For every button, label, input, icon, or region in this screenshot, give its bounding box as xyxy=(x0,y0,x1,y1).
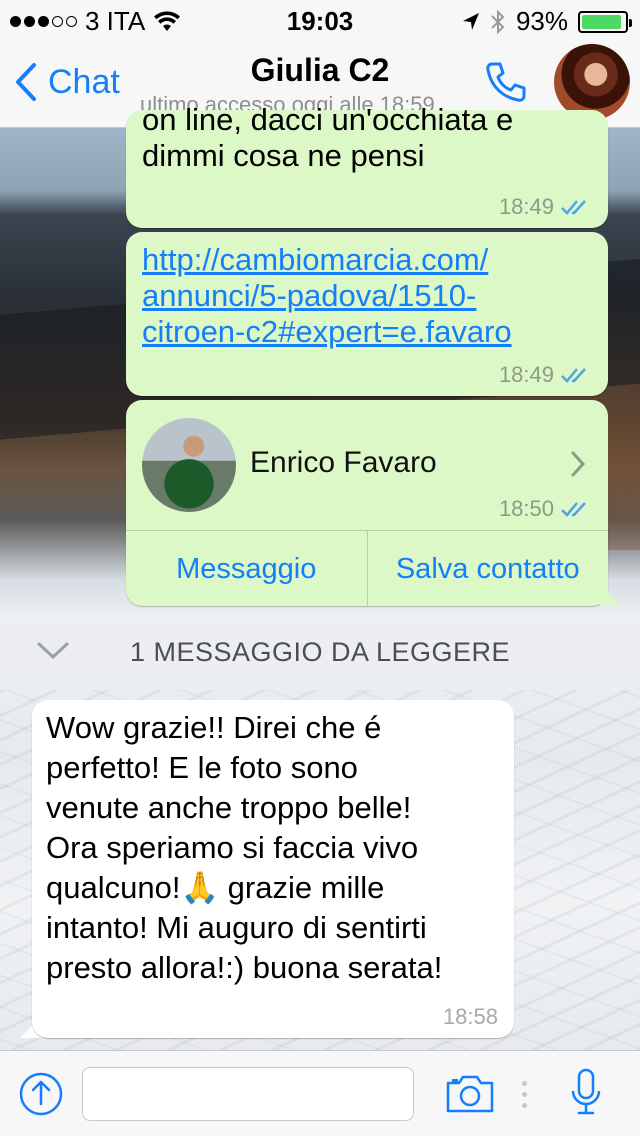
contact-name[interactable]: Giulia C2 xyxy=(0,52,640,89)
message-text-line: venute anche troppo belle! xyxy=(46,790,412,825)
outgoing-message[interactable]: on line, dacci un'occhiata e dimmi cosa … xyxy=(126,102,608,228)
message-text-line: perfetto! E le foto sono xyxy=(46,750,358,785)
contact-card-row[interactable]: Enrico Favaro 18:50 xyxy=(126,400,608,530)
bluetooth-icon xyxy=(491,9,505,34)
message-link[interactable]: annunci/5-padova/1510- xyxy=(142,278,592,314)
message-contact-button[interactable]: Messaggio xyxy=(126,531,368,607)
message-text-line: Ora speriamo si faccia vivo xyxy=(46,830,419,865)
double-check-read-icon xyxy=(561,368,586,383)
outgoing-link-message[interactable]: http://cambiomarcia.com/ annunci/5-padov… xyxy=(126,232,608,396)
unread-banner-label: 1 MESSAGGIO DA LEGGERE xyxy=(129,636,511,667)
chevron-down-icon[interactable] xyxy=(36,640,70,662)
divider-dots xyxy=(522,1081,527,1108)
message-link[interactable]: citroen-c2#expert=e.favaro xyxy=(142,314,592,350)
message-time: 18:49 xyxy=(498,362,554,387)
message-time: 18:58 xyxy=(442,1004,498,1029)
battery-percent: 93% xyxy=(515,6,568,36)
location-arrow-icon xyxy=(462,12,479,30)
unread-messages-banner: 1 MESSAGGIO DA LEGGERE xyxy=(0,622,640,682)
message-text-line: qualcuno!🙏 grazie mille xyxy=(46,870,385,905)
incoming-message[interactable]: Wow grazie!! Direi che é perfetto! E le … xyxy=(32,700,514,1038)
double-check-read-icon xyxy=(561,200,586,215)
double-check-read-icon xyxy=(561,502,586,517)
share-upload-icon[interactable] xyxy=(18,1071,64,1117)
message-input-bar xyxy=(0,1050,640,1136)
message-text-line: presto allora!:) buona serata! xyxy=(46,950,443,985)
message-text-line: on line, dacci un'occhiata e xyxy=(142,102,514,137)
message-text-line: dimmi cosa ne pensi xyxy=(142,138,425,173)
message-input[interactable] xyxy=(82,1067,414,1121)
camera-icon[interactable] xyxy=(444,1073,496,1115)
message-text-line: Wow grazie!! Direi che é xyxy=(46,710,382,745)
message-time: 18:49 xyxy=(498,194,554,219)
battery-icon xyxy=(578,10,632,33)
chevron-right-icon xyxy=(571,451,586,477)
message-time: 18:50 xyxy=(498,496,554,521)
phone-call-icon[interactable] xyxy=(482,58,530,106)
outgoing-contact-card: Enrico Favaro 18:50 Messaggio Salva cont… xyxy=(126,400,609,607)
shared-contact-avatar xyxy=(142,418,236,512)
shared-contact-name: Enrico Favaro xyxy=(250,446,437,479)
status-bar: 3 ITA 19:03 93% xyxy=(0,0,640,40)
message-text-line: intanto! Mi auguro di sentirti xyxy=(46,910,427,945)
microphone-icon[interactable] xyxy=(570,1067,602,1121)
save-contact-button[interactable]: Salva contatto xyxy=(368,531,609,607)
message-link[interactable]: http://cambiomarcia.com/ xyxy=(142,242,592,278)
